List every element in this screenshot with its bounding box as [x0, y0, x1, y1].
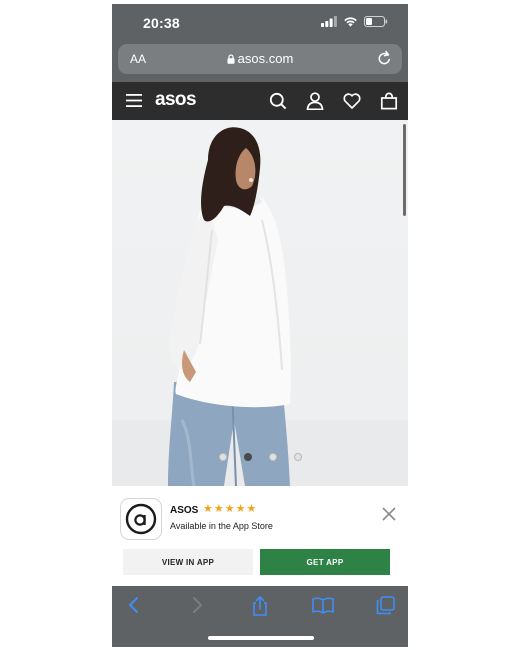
- back-icon[interactable]: [127, 596, 141, 614]
- app-rating-stars-icon: ★★★★★: [203, 503, 258, 515]
- address-domain: asos.com: [118, 51, 402, 66]
- lock-icon: [227, 54, 235, 64]
- browser-address-area: AA asos.com: [112, 42, 408, 82]
- shopping-bag-icon[interactable]: [380, 92, 398, 110]
- status-bar: 20:38: [112, 4, 408, 42]
- header-actions: [269, 92, 398, 110]
- app-store-subtitle: Available in the App Store: [170, 521, 273, 531]
- carousel-dot[interactable]: [218, 453, 227, 461]
- account-icon[interactable]: [306, 92, 324, 110]
- bookmarks-icon[interactable]: [312, 596, 334, 614]
- cellular-signal-icon: [321, 16, 337, 27]
- heart-icon[interactable]: [343, 92, 361, 110]
- asos-logo[interactable]: asos: [155, 89, 197, 111]
- browser-toolbar: [112, 586, 408, 647]
- app-name: ASOS: [170, 505, 199, 516]
- address-bar[interactable]: AA asos.com: [118, 44, 402, 74]
- status-time: 20:38: [143, 15, 180, 31]
- carousel-dot[interactable]: [293, 453, 302, 461]
- search-icon[interactable]: [269, 92, 287, 110]
- close-icon[interactable]: [382, 507, 396, 521]
- forward-icon[interactable]: [190, 596, 204, 614]
- home-indicator[interactable]: [208, 636, 314, 640]
- share-icon[interactable]: [251, 596, 269, 616]
- menu-icon[interactable]: [126, 94, 142, 107]
- carousel-dot-active[interactable]: [243, 453, 252, 461]
- site-header: asos: [112, 82, 408, 120]
- image-carousel-indicator: [112, 453, 408, 461]
- asos-a-logo-icon: [125, 503, 157, 535]
- reload-icon[interactable]: [377, 50, 392, 66]
- get-app-button[interactable]: GET APP: [260, 549, 390, 575]
- app-install-banner: ASOS ★★★★★ Available in the App Store VI…: [112, 486, 408, 586]
- asos-app-icon: [120, 498, 162, 540]
- model-photo: [112, 127, 408, 486]
- url-text: asos.com: [237, 51, 294, 66]
- tabs-icon[interactable]: [376, 596, 395, 615]
- battery-icon: [364, 16, 388, 27]
- page-scrollbar[interactable]: [403, 124, 406, 216]
- carousel-dot[interactable]: [268, 453, 277, 461]
- phone-screen: 20:38 AA asos.com asos ASOS ★★★★★ Availa…: [112, 4, 408, 647]
- status-icons: [321, 16, 388, 27]
- view-in-app-button[interactable]: VIEW IN APP: [123, 549, 253, 575]
- product-image[interactable]: [112, 120, 408, 486]
- wifi-icon: [344, 17, 357, 27]
